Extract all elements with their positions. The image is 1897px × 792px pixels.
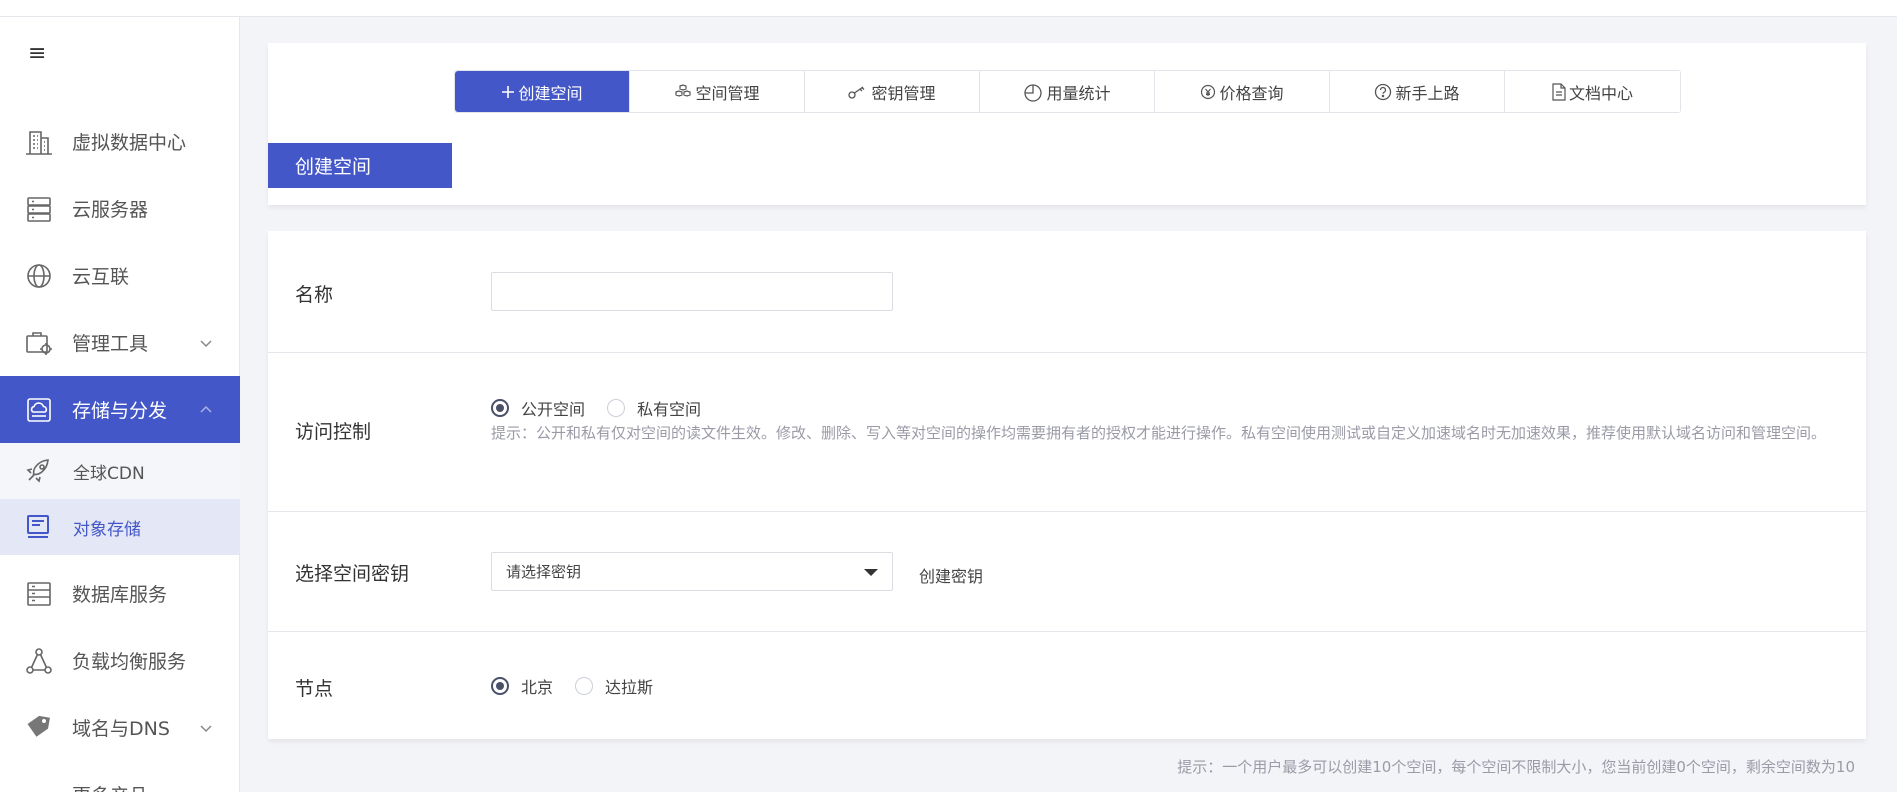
form-row-name: 名称	[268, 231, 1866, 353]
radio-node-beijing-circle[interactable]	[491, 677, 509, 695]
key-select[interactable]: 请选择密钥	[491, 552, 893, 591]
cubes-icon	[674, 83, 692, 100]
tab-usage-statistics[interactable]: 用量统计	[980, 71, 1155, 112]
radio-node-beijing-label: 北京	[521, 678, 554, 697]
radio-public-space[interactable]: 公开空间	[491, 396, 585, 420]
sidebar-item-label: 负载均衡服务	[72, 651, 187, 673]
sidebar-subitem-label: 全球CDN	[73, 463, 145, 484]
sidebar-item-label: 云互联	[72, 266, 130, 288]
chevron-down-icon	[200, 724, 212, 732]
access-radio-group: 公开空间 私有空间	[491, 396, 723, 420]
key-select-value: 请选择密钥	[506, 563, 582, 581]
database-icon	[22, 577, 56, 611]
name-label: 名称	[295, 284, 334, 306]
sidebar-item-label: 云服务器	[72, 199, 149, 221]
question-icon	[1374, 83, 1392, 101]
sidebar-item-management-tools[interactable]: 管理工具	[0, 309, 240, 376]
monitor-icon	[22, 511, 54, 543]
tab-label: 密钥管理	[871, 83, 936, 103]
menu-toggle-icon[interactable]: ≡	[28, 43, 50, 65]
sidebar-item-storage-distribution[interactable]: 存储与分发	[0, 376, 240, 443]
tab-key-management[interactable]: 密钥管理	[805, 71, 980, 112]
tab-label: 创建空间	[518, 83, 583, 103]
sidebar-item-load-balancing[interactable]: 负载均衡服务	[0, 627, 240, 694]
pie-icon	[1023, 82, 1043, 102]
key-label: 选择空间密钥	[295, 563, 410, 585]
load-balance-icon	[22, 644, 56, 678]
tab-label: 空间管理	[695, 83, 760, 103]
yen-icon	[1200, 84, 1216, 100]
tab-label: 用量统计	[1046, 83, 1111, 103]
sidebar-item-more-products[interactable]: 更多产品	[0, 761, 240, 792]
tab-documentation[interactable]: 文档中心	[1505, 71, 1680, 112]
chevron-up-icon	[200, 405, 212, 413]
top-bar	[0, 0, 1897, 17]
sidebar-item-database[interactable]: 数据库服务	[0, 560, 240, 627]
tab-create-space[interactable]: 创建空间	[455, 71, 630, 112]
form-row-node: 节点 北京 达拉斯	[268, 632, 1866, 739]
node-radio-group: 北京 达拉斯	[491, 674, 675, 698]
radio-public-space-circle[interactable]	[491, 399, 509, 417]
more-icon	[22, 778, 56, 792]
tools-icon	[22, 326, 56, 360]
cloud-storage-icon	[22, 393, 56, 427]
sidebar-item-label: 存储与分发	[72, 400, 168, 422]
form-row-key: 选择空间密钥 请选择密钥 创建密钥	[268, 512, 1866, 632]
radio-public-space-label: 公开空间	[521, 400, 586, 419]
sidebar-item-virtual-datacenter[interactable]: 虚拟数据中心	[0, 108, 240, 175]
sidebar-item-label: 数据库服务	[72, 584, 168, 606]
tab-bar: 创建空间 空间管理 密钥管理 用量统计 价格查询 新手上路 文档中心	[454, 70, 1681, 113]
rocket-icon	[22, 455, 54, 487]
tab-label: 文档中心	[1568, 83, 1633, 103]
radio-node-beijing[interactable]: 北京	[491, 674, 553, 698]
sidebar-subitem-label: 对象存储	[73, 519, 141, 540]
server-icon	[22, 192, 56, 226]
radio-node-dallas-circle[interactable]	[575, 677, 594, 695]
tab-label: 价格查询	[1219, 83, 1284, 103]
radio-node-dallas-label: 达拉斯	[605, 678, 654, 697]
tab-label: 新手上路	[1395, 83, 1460, 103]
name-input[interactable]	[491, 272, 893, 311]
sidebar-item-label: 管理工具	[72, 333, 149, 355]
sidebar-item-label: 虚拟数据中心	[72, 132, 187, 154]
sidebar-item-label: 更多产品	[72, 781, 200, 792]
chevron-down-icon	[201, 791, 211, 792]
radio-private-space[interactable]: 私有空间	[607, 396, 701, 420]
tab-getting-started[interactable]: 新手上路	[1330, 71, 1505, 112]
create-space-form: 名称 访问控制 公开空间 私有空间 提示：公开和私有仅对空间的读文件生效。修改、…	[268, 231, 1866, 739]
sidebar: ≡ 虚拟数据中心 云服务器 云互联 管理工具 存储与分发 全球CDN 对象存储 …	[0, 17, 240, 792]
plus-icon	[501, 85, 515, 99]
tag-icon	[22, 711, 56, 745]
tab-space-management[interactable]: 空间管理	[630, 71, 805, 112]
section-title: 创建空间	[268, 143, 452, 188]
radio-private-space-circle[interactable]	[607, 399, 626, 417]
sidebar-subitem-object-storage[interactable]: 对象存储	[0, 499, 240, 555]
sidebar-subitem-global-cdn[interactable]: 全球CDN	[0, 443, 240, 499]
sidebar-item-cloud-interconnect[interactable]: 云互联	[0, 242, 240, 309]
form-row-access: 访问控制 公开空间 私有空间 提示：公开和私有仅对空间的读文件生效。修改、删除、…	[268, 353, 1866, 512]
key-icon	[848, 85, 868, 99]
building-icon	[22, 125, 56, 159]
sidebar-item-cloud-server[interactable]: 云服务器	[0, 175, 240, 242]
sidebar-item-label: 域名与DNS	[72, 718, 170, 740]
node-label: 节点	[295, 678, 334, 700]
radio-private-space-label: 私有空间	[637, 400, 702, 419]
caret-down-icon	[864, 569, 878, 576]
access-label: 访问控制	[295, 421, 372, 443]
tab-price-query[interactable]: 价格查询	[1155, 71, 1330, 112]
access-hint: 提示：公开和私有仅对空间的读文件生效。修改、删除、写入等对空间的操作均需要拥有者…	[491, 424, 1827, 442]
footer-hint: 提示：一个用户最多可以创建10个空间，每个空间不限制大小，您当前创建0个空间，剩…	[1177, 758, 1855, 776]
radio-node-dallas[interactable]: 达拉斯	[575, 674, 653, 698]
tab-panel: 创建空间 空间管理 密钥管理 用量统计 价格查询 新手上路 文档中心 创建空间	[268, 43, 1866, 205]
chevron-down-icon	[200, 339, 212, 347]
create-key-button[interactable]: 创建密钥	[919, 563, 983, 587]
globe-icon	[22, 259, 56, 293]
sidebar-item-domain-dns[interactable]: 域名与DNS	[0, 694, 240, 761]
document-icon	[1552, 82, 1566, 101]
